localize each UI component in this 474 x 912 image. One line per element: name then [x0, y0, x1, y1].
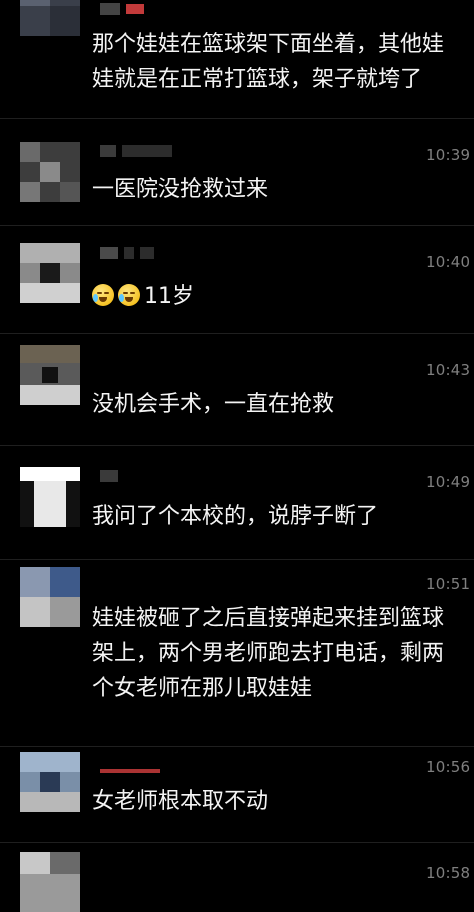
comment-text: 那个娃娃在篮球架下面坐着，其他娃 娃就是在正常打篮球，架子就垮了: [92, 27, 474, 97]
comment-text: 11岁: [92, 279, 474, 314]
comment-timestamp: 10:40: [426, 253, 471, 271]
username-redacted: [100, 469, 118, 483]
comment-timestamp: 10:51: [426, 575, 471, 593]
comment-timestamp: 10:56: [426, 758, 471, 776]
comment-text: 一医院没抢救过来: [92, 172, 474, 207]
username-redacted: [100, 144, 172, 158]
username-redacted: [100, 2, 144, 16]
comment-text-line: 一医院没抢救过来: [92, 177, 269, 202]
avatar[interactable]: [20, 0, 80, 36]
avatar[interactable]: [20, 852, 80, 912]
username-redacted: [100, 246, 154, 260]
comment-item[interactable]: 那个娃娃在篮球架下面坐着，其他娃 娃就是在正常打篮球，架子就垮了: [0, 0, 474, 119]
comment-text-line: 女老师根本取不动: [92, 789, 269, 814]
comment-text-line: 娃娃被砸了之后直接弹起来挂到篮球: [92, 606, 445, 631]
avatar[interactable]: [20, 142, 80, 202]
comment-text-line: 没机会手术，一直在抢救: [92, 392, 335, 417]
comment-text-line: 11岁: [92, 279, 474, 314]
comment-text-line: 我问了个本校的，说脖子断了: [92, 504, 379, 529]
comment-text: 没机会手术，一直在抢救: [92, 387, 474, 422]
avatar[interactable]: [20, 567, 80, 627]
comment-text: 娃娃被砸了之后直接弹起来挂到篮球 架上，两个男老师跑去打电话，剩两 个女老师在那…: [92, 601, 474, 706]
comment-timestamp: 10:43: [426, 361, 471, 379]
comment-text-line: 娃就是在正常打篮球，架子就垮了: [92, 67, 423, 92]
avatar[interactable]: [20, 752, 80, 812]
comment-text-line: 架上，两个男老师跑去打电话，剩两: [92, 641, 445, 666]
comment-item[interactable]: 10:49 我问了个本校的，说脖子断了: [0, 445, 474, 560]
comment-text-content: 11岁: [144, 284, 194, 309]
comment-item[interactable]: 10:56 女老师根本取不动: [0, 746, 474, 843]
crying-emoji-icon: [118, 284, 140, 306]
comment-feed[interactable]: 那个娃娃在篮球架下面坐着，其他娃 娃就是在正常打篮球，架子就垮了 10:39 一…: [0, 0, 474, 912]
avatar[interactable]: [20, 243, 80, 303]
comment-timestamp: 10:39: [426, 146, 471, 164]
crying-emoji-icon: [92, 284, 114, 306]
avatar[interactable]: [20, 467, 80, 527]
comment-item[interactable]: 10:40 11岁: [0, 225, 474, 334]
comment-item[interactable]: 10:39 一医院没抢救过来: [0, 118, 474, 226]
comment-text: 我问了个本校的，说脖子断了: [92, 499, 474, 534]
username-redacted: [100, 764, 160, 778]
comment-item[interactable]: 10:43 没机会手术，一直在抢救: [0, 333, 474, 446]
comment-item[interactable]: 10:51 娃娃被砸了之后直接弹起来挂到篮球 架上，两个男老师跑去打电话，剩两 …: [0, 559, 474, 747]
comment-item[interactable]: 10:58: [0, 842, 474, 912]
comment-text: 女老师根本取不动: [92, 784, 474, 819]
comment-timestamp: 10:58: [426, 864, 471, 882]
comment-text-line: 个女老师在那儿取娃娃: [92, 676, 313, 701]
comment-text-line: 那个娃娃在篮球架下面坐着，其他娃: [92, 32, 445, 57]
avatar[interactable]: [20, 345, 80, 405]
comment-timestamp: 10:49: [426, 473, 471, 491]
